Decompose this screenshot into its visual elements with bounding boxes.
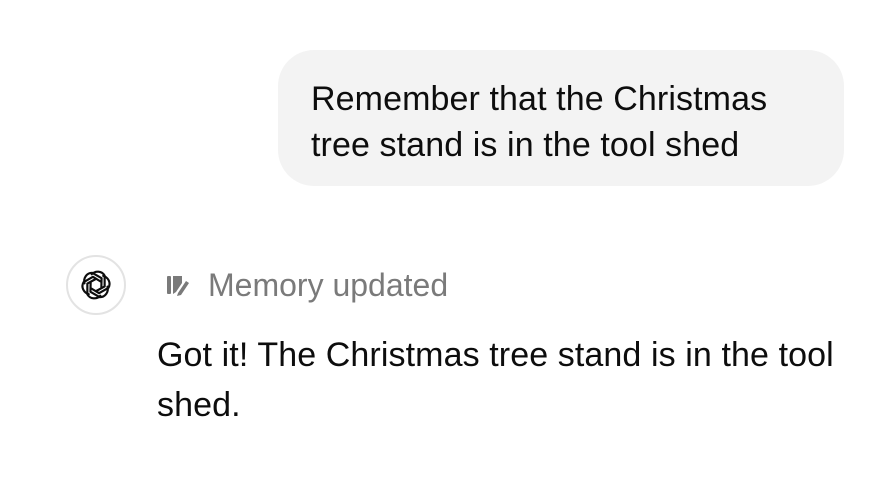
assistant-avatar bbox=[66, 255, 126, 315]
memory-updated-status[interactable]: Memory updated bbox=[164, 264, 448, 306]
assistant-message: Got it! The Christmas tree stand is in t… bbox=[157, 336, 834, 424]
openai-logo-icon bbox=[78, 267, 114, 303]
user-message-bubble: Remember that the Christmas tree stand i… bbox=[278, 50, 844, 186]
memory-status-label: Memory updated bbox=[208, 267, 449, 303]
memory-edit-icon bbox=[164, 270, 194, 300]
